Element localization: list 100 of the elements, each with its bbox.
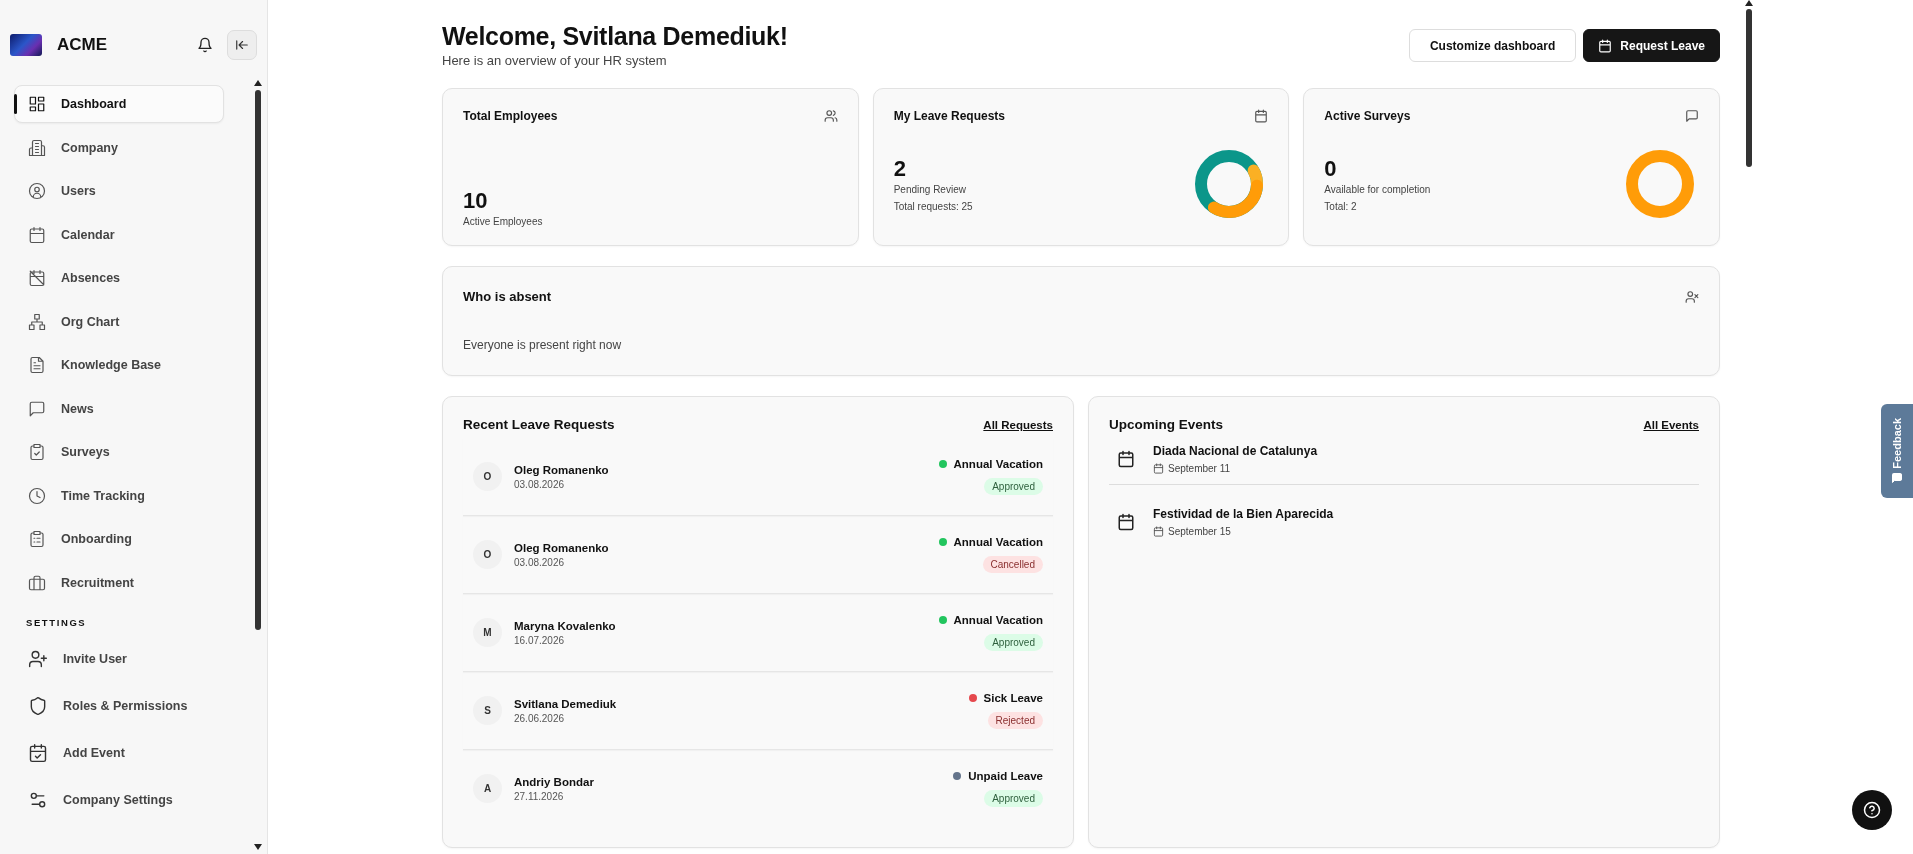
page-subtitle: Here is an overview of your HR system [442, 53, 668, 68]
users-icon [823, 109, 838, 123]
status-badge: Cancelled [982, 556, 1043, 573]
nav-item[interactable]: Org Chart [14, 302, 224, 341]
nav-item[interactable]: Invite User [14, 640, 224, 678]
customize-button[interactable]: Customize dashboard [1408, 29, 1577, 62]
nav-item[interactable]: Company [14, 128, 224, 167]
stat-detail: Total: 2 [1324, 201, 1358, 212]
nav-item[interactable]: Recruitment [14, 563, 224, 602]
bell-icon[interactable] [197, 37, 213, 53]
nav-item[interactable]: Dashboard [14, 85, 224, 123]
building-icon [28, 138, 46, 157]
leave-request-row[interactable]: M Maryna Kovalenko 16.07.2026 Annual Vacation Approved [463, 594, 1053, 672]
event-date: September 15 [1168, 526, 1231, 537]
calendar-icon [28, 225, 46, 244]
request-leave-button[interactable]: Request Leave [1583, 29, 1720, 62]
stat-value: 2 [893, 156, 907, 182]
request-date: 26.06.2026 [514, 712, 566, 724]
leave-type: Annual Vacation [953, 458, 1043, 470]
status-badge: Approved [984, 790, 1043, 807]
calendar-icon [1254, 109, 1269, 123]
status-badge: Approved [984, 478, 1043, 495]
calendar-icon [1117, 450, 1135, 468]
nav-item[interactable]: News [14, 389, 224, 428]
nav-item[interactable]: Add Event [14, 734, 224, 772]
leave-type: Unpaid Leave [968, 770, 1043, 782]
calendar-icon [1598, 38, 1613, 53]
user-x-icon [1685, 289, 1699, 304]
nav-item[interactable]: Onboarding [14, 520, 224, 558]
nav-item[interactable]: Calendar [14, 215, 224, 254]
section-heading: SETTINGS [25, 616, 88, 630]
request-date: 27.11.2026 [514, 790, 565, 802]
employee-name: Oleg Romanenko [514, 463, 610, 476]
help-button[interactable] [1852, 790, 1892, 830]
brand-name: ACME [57, 35, 109, 55]
card-title: My Leave Requests [893, 109, 1006, 123]
page-title: Welcome, Svitlana Demediuk! [442, 22, 788, 51]
stat-caption: Active Employees [463, 216, 543, 227]
leave-request-row[interactable]: S Svitlana Demediuk 26.06.2026 Sick Leave Rejected [463, 672, 1053, 750]
avatar: M [473, 618, 502, 647]
stat-value: 0 [1324, 156, 1338, 182]
event-name: Diada Nacional de Catalunya [1153, 444, 1318, 458]
feedback-tab[interactable]: Feedback [1881, 404, 1913, 498]
calendar-icon [1153, 526, 1164, 537]
chat-bubble-icon [28, 399, 46, 418]
stat-caption: Available for completion [1324, 184, 1431, 195]
employee-name: Oleg Romanenko [514, 541, 610, 554]
user-plus-icon [28, 649, 48, 669]
event-row[interactable]: Diada Nacional de Catalunya September 11 [1109, 438, 1699, 485]
card-title: Recent Leave Requests [463, 417, 615, 432]
avatar: S [473, 696, 502, 725]
nav-item[interactable]: Time Tracking [14, 476, 224, 515]
event-date: September 11 [1168, 463, 1231, 474]
avatar: A [473, 774, 502, 803]
avatar: O [473, 540, 502, 569]
request-date: 03.08.2026 [514, 556, 566, 568]
calendar-off-icon [28, 269, 46, 287]
status-badge: Rejected [987, 712, 1043, 729]
document-icon [28, 356, 46, 374]
calendar-check-icon [28, 743, 48, 763]
request-date: 03.08.2026 [514, 478, 566, 490]
event-row[interactable]: Festividad de la Bien Aparecida September 15 [1109, 501, 1699, 547]
help-icon [1863, 801, 1881, 819]
stat-caption: Pending Review [893, 184, 967, 195]
nav-item[interactable]: Surveys [14, 433, 224, 471]
card-title: Total Employees [463, 109, 558, 123]
nav-item[interactable]: Absences [14, 259, 224, 297]
absence-message: Everyone is present right now [463, 338, 623, 352]
request-date: 16.07.2026 [514, 634, 566, 646]
clock-icon [28, 486, 46, 505]
logo-image [10, 34, 42, 56]
nav-item[interactable]: Users [14, 172, 224, 210]
ring-chart-drawing [1625, 149, 1695, 219]
employee-name: Andriy Bondar [514, 775, 595, 788]
card-title: Upcoming Events [1109, 417, 1224, 432]
nav-item[interactable]: Company Settings [14, 781, 224, 819]
calendar-icon [1153, 463, 1164, 474]
scrollbar[interactable] [254, 80, 262, 850]
donut-chart-drawing [1194, 149, 1265, 219]
hierarchy-icon [28, 312, 46, 331]
leave-request-row[interactable]: O Oleg Romanenko 03.08.2026 Annual Vacation Cancelled [463, 516, 1053, 594]
scrollbar[interactable] [1745, 0, 1753, 167]
all-events-link[interactable]: All Events [1643, 418, 1699, 431]
event-name: Festividad de la Bien Aparecida [1153, 507, 1334, 521]
chat-bubble-icon [1891, 472, 1903, 485]
status-badge: Approved [984, 634, 1043, 651]
stat-detail: Total requests: 25 [893, 201, 973, 212]
clipboard-list-icon [28, 530, 46, 548]
clipboard-check-icon [28, 443, 46, 461]
nav-item[interactable]: Knowledge Base [14, 346, 224, 384]
leave-request-row[interactable]: A Andriy Bondar 27.11.2026 Unpaid Leave Approved [463, 750, 1053, 827]
nav-item[interactable]: Roles & Permissions [14, 687, 224, 725]
avatar: O [473, 462, 502, 491]
calendar-icon [1117, 513, 1135, 531]
grid-icon [28, 95, 46, 113]
collapse-sidebar-button[interactable] [227, 30, 257, 60]
card-title: Who is absent [463, 289, 552, 304]
collapse-icon [235, 38, 249, 52]
leave-request-row[interactable]: O Oleg Romanenko 03.08.2026 Annual Vacation Approved [463, 438, 1053, 516]
all-requests-link[interactable]: All Requests [983, 418, 1053, 431]
